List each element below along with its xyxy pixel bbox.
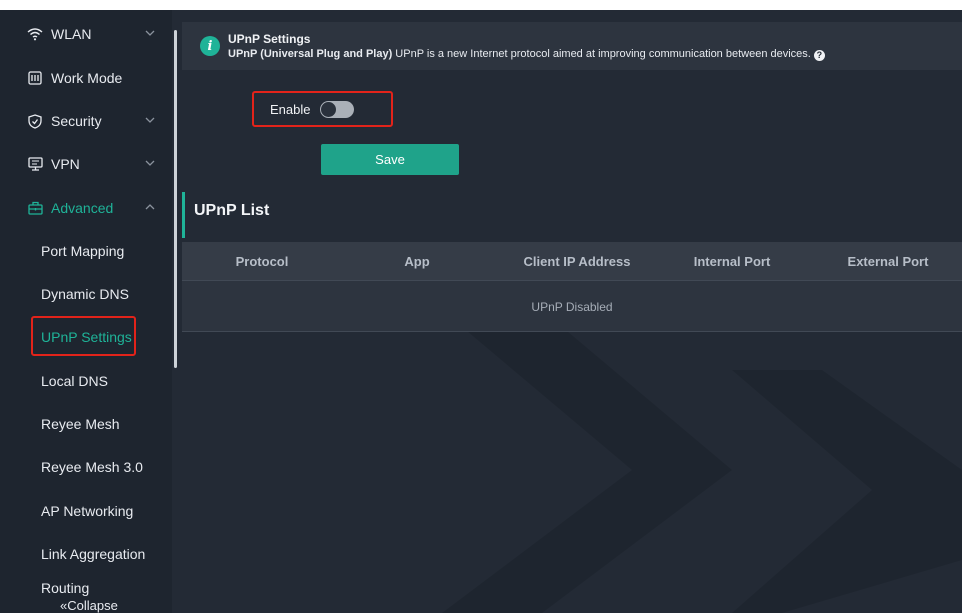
- vpn-icon: [27, 156, 43, 172]
- sidebar-item-label: Security: [51, 113, 102, 129]
- main-content: i UPnP Settings UPnP (Universal Plug and…: [182, 10, 962, 613]
- column-header-external-port[interactable]: External Port: [828, 254, 948, 269]
- info-description: UPnP (Universal Plug and Play) UPnP is a…: [228, 46, 825, 62]
- work-mode-icon: [27, 70, 43, 86]
- sidebar-item-work-mode[interactable]: Work Mode: [0, 58, 172, 98]
- info-desc-text: UPnP is a new Internet protocol aimed at…: [392, 48, 811, 60]
- collapse-button[interactable]: «Collapse: [60, 598, 118, 613]
- column-header-internal-port[interactable]: Internal Port: [672, 254, 792, 269]
- sidebar-item-label: Routing: [41, 580, 90, 596]
- sidebar-item-reyee-mesh-3[interactable]: Reyee Mesh 3.0: [0, 447, 172, 487]
- table-body: UPnP Disabled: [182, 280, 962, 332]
- toggle-knob: [321, 102, 336, 117]
- chevron-up-icon: [145, 204, 155, 210]
- sidebar-scrollbar[interactable]: [174, 30, 177, 368]
- info-icon: i: [200, 36, 220, 56]
- sidebar-item-advanced[interactable]: Advanced: [0, 188, 172, 228]
- empty-state-text: UPnP Disabled: [531, 300, 613, 314]
- sidebar-item-label: Reyee Mesh: [41, 416, 120, 432]
- sidebar: WLAN Work Mode Security VPN Advanced Por…: [0, 10, 172, 613]
- sidebar-item-dynamic-dns[interactable]: Dynamic DNS: [0, 274, 172, 314]
- save-button[interactable]: Save: [321, 144, 459, 175]
- sidebar-item-security[interactable]: Security: [0, 101, 172, 141]
- column-header-protocol[interactable]: Protocol: [212, 254, 312, 269]
- enable-label: Enable: [270, 102, 311, 117]
- sidebar-item-port-mapping[interactable]: Port Mapping: [0, 231, 172, 271]
- column-header-client-ip[interactable]: Client IP Address: [502, 254, 652, 269]
- shield-icon: [27, 113, 43, 129]
- sidebar-item-wlan[interactable]: WLAN: [0, 14, 172, 54]
- info-desc-bold: UPnP (Universal Plug and Play): [228, 48, 393, 60]
- sidebar-item-label: Reyee Mesh 3.0: [41, 459, 143, 475]
- sidebar-item-label: Advanced: [51, 200, 114, 216]
- sidebar-item-vpn[interactable]: VPN: [0, 144, 172, 184]
- chevron-down-icon: [145, 30, 155, 36]
- info-banner: i UPnP Settings UPnP (Universal Plug and…: [182, 22, 962, 70]
- sidebar-item-label: AP Networking: [41, 503, 134, 519]
- sidebar-item-link-aggregation[interactable]: Link Aggregation: [0, 534, 172, 574]
- highlight-box: [31, 316, 136, 356]
- chevron-down-icon: [145, 160, 155, 166]
- app-window: WLAN Work Mode Security VPN Advanced Por…: [0, 10, 962, 613]
- section-title: UPnP List: [194, 202, 270, 219]
- sidebar-item-label: Work Mode: [51, 70, 123, 86]
- sidebar-item-label: VPN: [51, 156, 80, 172]
- section-accent-bar: [182, 192, 185, 238]
- sidebar-item-label: Dynamic DNS: [41, 286, 129, 302]
- sidebar-item-ap-networking[interactable]: AP Networking: [0, 491, 172, 531]
- advanced-icon: [27, 200, 43, 216]
- sidebar-item-label: Port Mapping: [41, 243, 125, 259]
- enable-toggle[interactable]: [320, 101, 354, 118]
- background-decoration: [442, 310, 962, 613]
- sidebar-item-label: Link Aggregation: [41, 546, 146, 562]
- sidebar-item-label: Local DNS: [41, 373, 108, 389]
- sidebar-item-local-dns[interactable]: Local DNS: [0, 361, 172, 401]
- table-header: Protocol App Client IP Address Internal …: [182, 242, 962, 280]
- help-icon[interactable]: ?: [813, 49, 825, 61]
- chevron-down-icon: [145, 117, 155, 123]
- wifi-icon: [27, 26, 43, 42]
- info-title: UPnP Settings: [228, 32, 311, 46]
- column-header-app[interactable]: App: [382, 254, 452, 269]
- sidebar-item-label: WLAN: [51, 26, 92, 42]
- sidebar-item-reyee-mesh[interactable]: Reyee Mesh: [0, 404, 172, 444]
